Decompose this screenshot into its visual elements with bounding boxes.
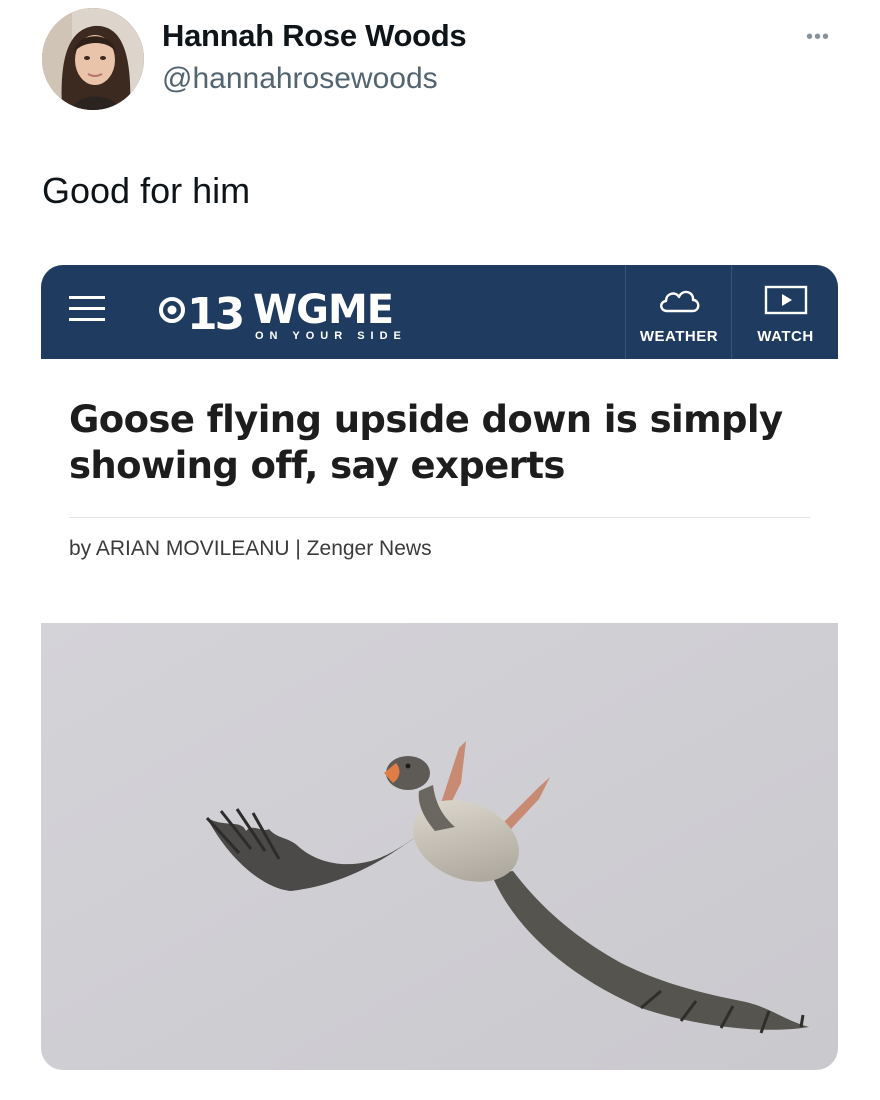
station-logo[interactable]: 13 WGME ON YOUR SIDE xyxy=(159,283,434,343)
station-tagline: ON YOUR SIDE xyxy=(255,330,407,342)
news-screenshot-card[interactable]: 13 WGME ON YOUR SIDE WEATHER WATCH Goose… xyxy=(41,265,838,1070)
tweet-header: Hannah Rose Woods @hannahrosewoods ••• xyxy=(0,0,880,130)
avatar[interactable] xyxy=(42,8,144,110)
channel-number: 13 xyxy=(187,289,245,340)
watch-button[interactable]: WATCH xyxy=(731,265,839,359)
cloud-icon xyxy=(660,290,700,313)
tweet-text: Good for him xyxy=(42,170,251,211)
article-headline[interactable]: Goose flying upside down is simply showi… xyxy=(69,397,789,489)
station-callsign: WGME xyxy=(253,287,394,333)
news-site-navbar: 13 WGME ON YOUR SIDE WEATHER WATCH xyxy=(41,265,838,359)
display-name[interactable]: Hannah Rose Woods xyxy=(162,18,467,54)
play-icon xyxy=(764,285,807,315)
user-handle[interactable]: @hannahrosewoods xyxy=(162,62,438,96)
weather-button[interactable]: WEATHER xyxy=(625,265,732,359)
hamburger-icon[interactable] xyxy=(69,296,105,322)
more-options-icon[interactable]: ••• xyxy=(806,26,830,49)
weather-label: WEATHER xyxy=(639,328,719,345)
goose-photo[interactable] xyxy=(41,623,838,1070)
cbs-eye-icon xyxy=(159,297,185,323)
article-byline: by ARIAN MOVILEANU | Zenger News xyxy=(69,537,432,560)
watch-label: WATCH xyxy=(757,328,814,345)
divider xyxy=(69,517,810,518)
